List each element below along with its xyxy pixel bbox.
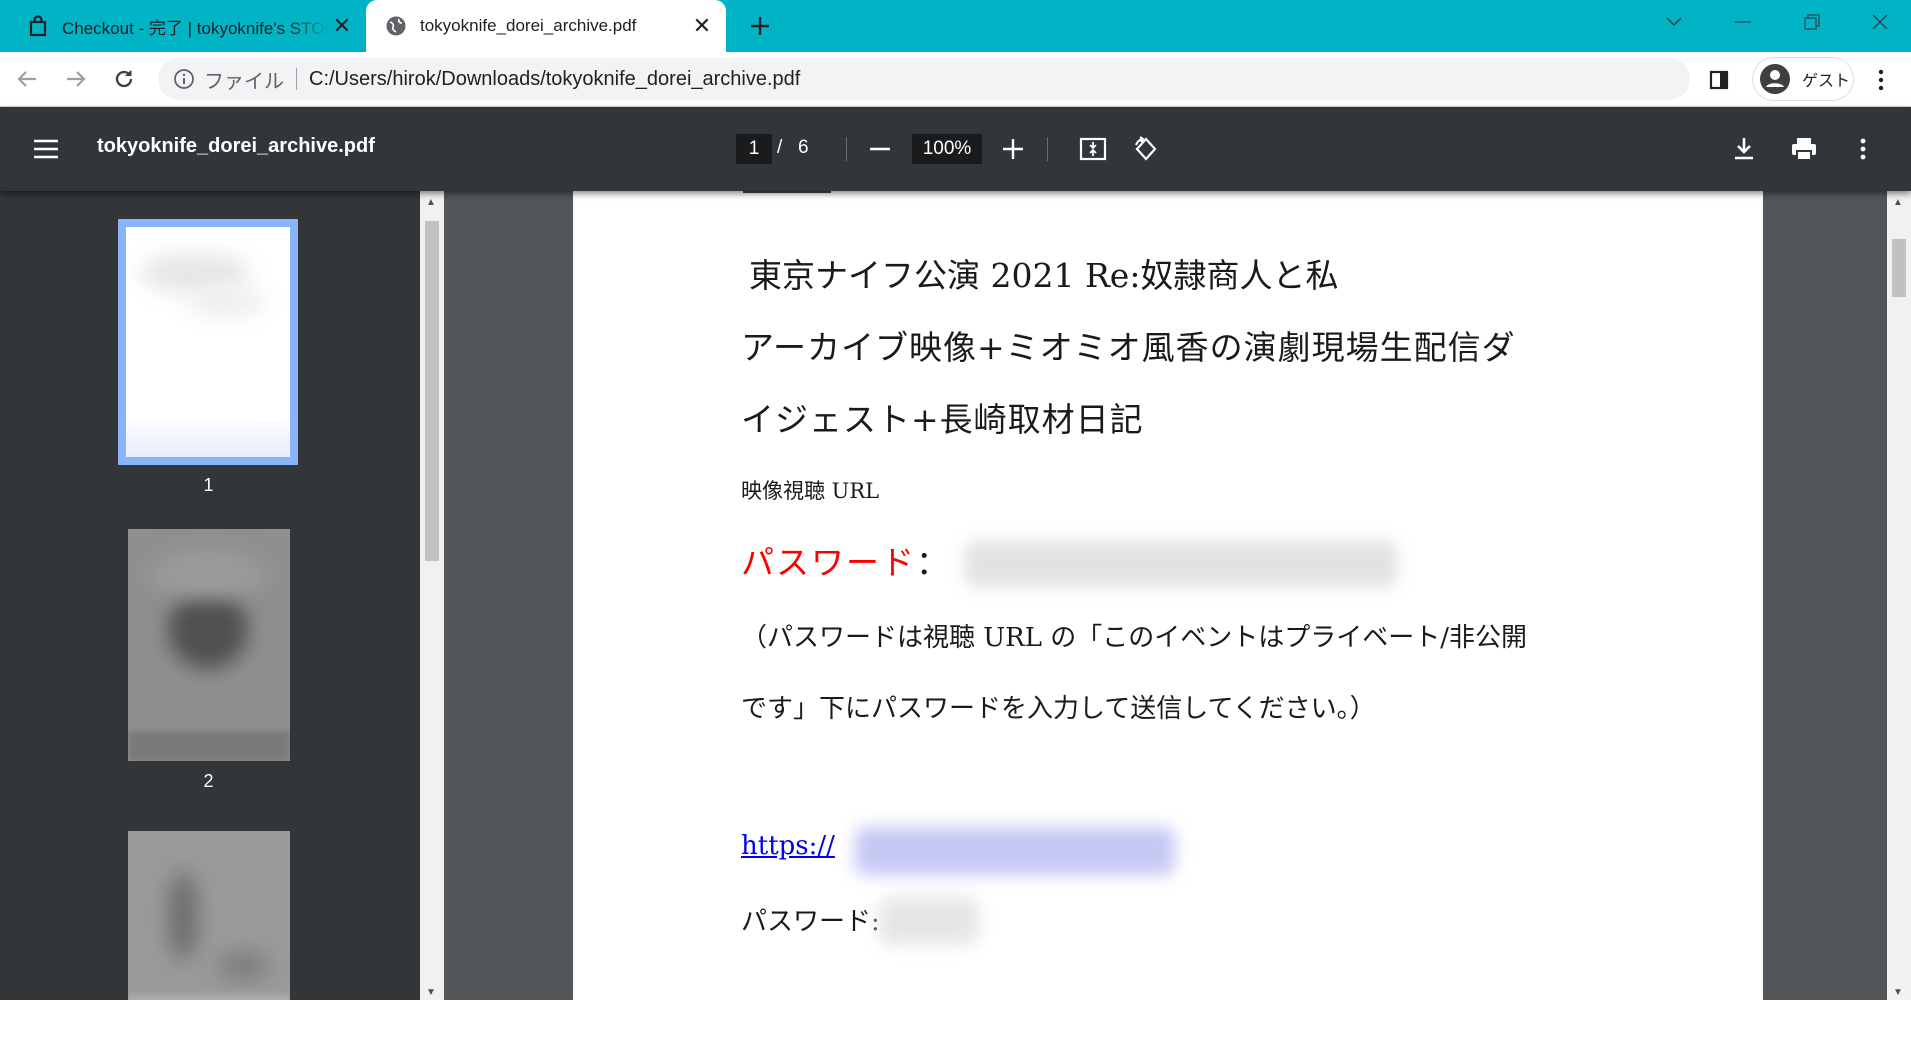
fit-page-icon[interactable] — [1075, 131, 1111, 167]
pdf-toolbar: tokyoknife_dorei_archive.pdf 1 / 6 100% — [0, 107, 1911, 191]
thumbnail-number: 2 — [203, 771, 214, 791]
forward-icon[interactable] — [58, 61, 94, 97]
document-viewer[interactable]: 東京ナイフ公演 2021 Re:奴隷商人と私 アーカイブ映像+ミオミオ風香の演劇… — [444, 191, 1887, 1000]
thumbnail-blur — [167, 589, 248, 669]
info-icon[interactable] — [172, 67, 196, 91]
password-line: パスワード: — [741, 907, 880, 937]
address-url[interactable]: C:/Users/hirok/Downloads/tokyoknife_dore… — [309, 68, 800, 91]
window-bottom — [0, 1000, 1911, 1064]
page-total: 6 — [798, 137, 809, 158]
thumbnail-image — [118, 219, 298, 465]
globe-icon — [384, 14, 408, 38]
pdf-more-icon[interactable] — [1845, 131, 1881, 167]
new-tab-button[interactable] — [744, 10, 776, 42]
password-label: パスワード — [741, 543, 916, 582]
thumbnail-blur — [167, 871, 198, 961]
tab-title: Checkout - 完了 | tokyoknife's STORE — [62, 18, 328, 38]
document-scrollbar[interactable]: ▲ ▼ — [1887, 191, 1911, 1000]
zoom-level-input[interactable]: 100% — [912, 134, 982, 164]
address-separator — [296, 68, 297, 90]
redacted-password — [879, 897, 979, 945]
pdf-page: 東京ナイフ公演 2021 Re:奴隷商人と私 アーカイブ映像+ミオミオ風香の演劇… — [573, 191, 1763, 1000]
print-icon[interactable] — [1786, 131, 1822, 167]
tab-strip: Checkout - 完了 | tokyoknife's STORE ✕ tok… — [0, 0, 1911, 52]
page-number-input[interactable]: 1 — [736, 134, 772, 164]
thumbnail-number: 1 — [203, 475, 214, 495]
rotate-icon[interactable] — [1128, 131, 1164, 167]
avatar-icon — [1758, 62, 1792, 96]
reload-icon[interactable] — [106, 61, 142, 97]
download-icon[interactable] — [1726, 131, 1762, 167]
scroll-up-icon[interactable]: ▲ — [1893, 197, 1903, 208]
password-colon: ： — [916, 543, 951, 582]
thumbnail-sidebar: 1 2 — [0, 191, 420, 1000]
viewing-url-link[interactable]: https:// — [741, 831, 835, 861]
thumbnail-blur — [186, 287, 266, 317]
address-bar[interactable]: ファイル C:/Users/hirok/Downloads/tokyoknife… — [158, 58, 1690, 100]
password-note: （パスワードは視聴 URL の「このイベントはプライベート/非公開 — [741, 623, 1528, 653]
zoom-out-icon[interactable] — [862, 131, 898, 167]
tab-checkout[interactable]: Checkout - 完了 | tokyoknife's STORE ✕ — [0, 0, 366, 52]
toolbar-divider — [1047, 137, 1048, 161]
thumbnail-fade — [127, 731, 290, 761]
scroll-down-icon[interactable]: ▼ — [426, 987, 436, 998]
hamburger-menu-icon[interactable] — [28, 134, 64, 164]
toolbar-divider — [846, 137, 847, 161]
shopping-bag-icon — [26, 14, 50, 38]
document-subtitle: アーカイブ映像+ミオミオ風香の演劇現場生配信ダ — [741, 328, 1516, 367]
tab-search-icon[interactable] — [1646, 0, 1702, 44]
restore-icon[interactable] — [1784, 0, 1840, 44]
url-label: 映像視聴 URL — [741, 479, 880, 503]
password-note: です」下にパスワードを入力して送信してください。） — [741, 694, 1376, 724]
scheme-label: ファイル — [204, 70, 284, 93]
thumbnail-page-3[interactable] — [118, 831, 299, 1000]
scroll-up-icon[interactable]: ▲ — [426, 197, 436, 208]
thumbnail-fade — [126, 417, 290, 457]
tab-close-icon[interactable]: ✕ — [688, 12, 716, 40]
window-close-icon[interactable] — [1852, 0, 1908, 44]
viewing-url-line: https:// — [741, 831, 835, 861]
scrollbar-thumb[interactable] — [425, 221, 439, 561]
thumbnail-blur — [217, 951, 268, 981]
scroll-down-icon[interactable]: ▼ — [1893, 987, 1903, 998]
browser-toolbar: ファイル C:/Users/hirok/Downloads/tokyoknife… — [0, 52, 1911, 107]
page-top-rule — [743, 191, 831, 193]
redacted-password — [965, 541, 1397, 587]
profile-label: ゲスト — [1802, 73, 1851, 90]
redacted-url — [855, 827, 1175, 875]
sidebar-scrollbar[interactable]: ▲ ▼ — [420, 191, 444, 1000]
tab-pdf[interactable]: tokyoknife_dorei_archive.pdf ✕ — [366, 0, 726, 52]
thumbnail-blur — [147, 549, 268, 599]
document-title: 東京ナイフ公演 2021 Re:奴隷商人と私 — [749, 256, 1339, 295]
thumbnail-image — [127, 529, 290, 761]
password-heading: パスワード： — [741, 536, 951, 584]
side-panel-icon[interactable] — [1704, 65, 1734, 95]
thumbnail-page-2[interactable]: 2 — [118, 529, 299, 792]
tab-close-icon[interactable]: ✕ — [328, 12, 356, 40]
thumbnail-image — [127, 831, 290, 1000]
thumbnail-fade — [127, 991, 290, 1000]
profile-button[interactable]: ゲスト — [1752, 57, 1854, 101]
document-subtitle: イジェスト+長崎取材日記 — [741, 400, 1144, 439]
tab-title: tokyoknife_dorei_archive.pdf — [420, 16, 637, 35]
scrollbar-thumb[interactable] — [1892, 239, 1906, 297]
zoom-in-icon[interactable] — [995, 131, 1031, 167]
minimize-icon[interactable] — [1715, 0, 1771, 44]
back-icon[interactable] — [9, 61, 45, 97]
thumbnail-page-1[interactable]: 1 — [118, 219, 299, 496]
page-separator: / — [777, 137, 783, 158]
browser-menu-icon[interactable] — [1866, 63, 1896, 97]
pdf-title: tokyoknife_dorei_archive.pdf — [97, 135, 375, 157]
